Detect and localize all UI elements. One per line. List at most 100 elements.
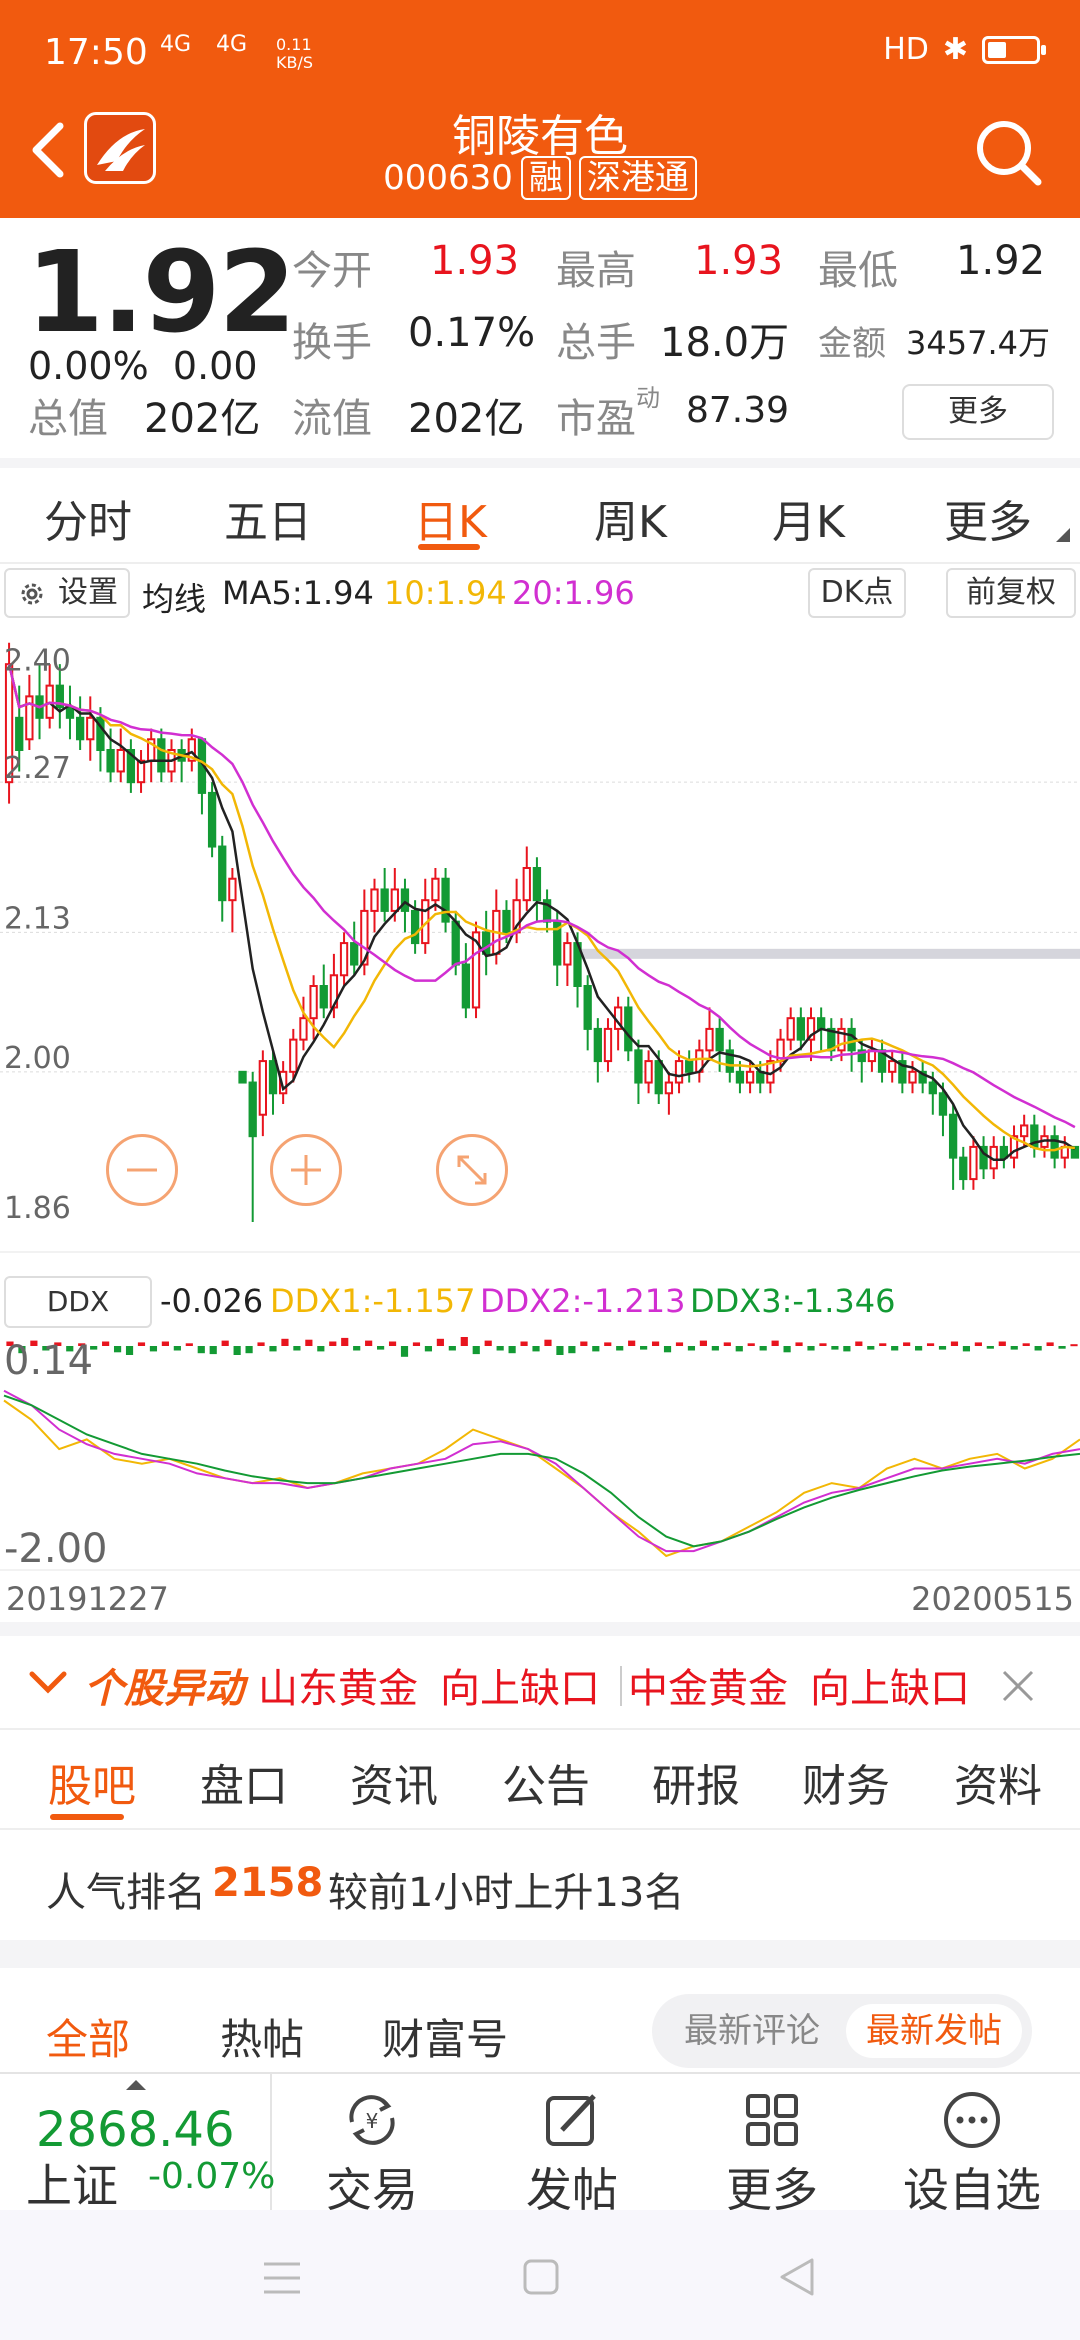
candle [593,1027,602,1063]
add-watchlist-button[interactable]: 设自选 [872,2074,1072,2217]
candle [410,909,420,945]
stock-alert-bar[interactable]: 个股异动 山东黄金 向上缺口 中金黄金 向上缺口 [0,1640,1080,1728]
chart-settings-button[interactable]: 设置 [4,568,130,618]
ddx-bar [903,1342,911,1346]
menu-icon[interactable] [262,2260,302,2296]
y-tick-label: 2.13 [4,901,71,936]
ddx-bar [269,1346,277,1352]
zoom-out-button[interactable] [106,1134,178,1206]
tab-research[interactable]: 研报 [652,1750,740,1814]
tab-daily-k[interactable]: 日K [414,486,487,550]
trade-button[interactable]: ¥ 交易 [272,2074,472,2217]
more-quote-button[interactable]: 更多 [902,384,1054,440]
net-speed-value: 0.11 [276,35,312,54]
candle [959,1156,968,1181]
float-cap-value: 202亿 [408,396,525,442]
ddx-bar [1010,1346,1018,1350]
tab-intraday[interactable]: 分时 [44,486,132,550]
minus-icon [127,1168,157,1172]
candle [908,1070,917,1084]
tab-announcements[interactable]: 公告 [502,1750,590,1814]
ddx-bar [699,1340,707,1346]
ddx-bar [950,1341,959,1346]
turnover-value: 0.17% [408,310,536,356]
dk-point-button[interactable]: DK点 [808,568,906,618]
ddx-bar [520,1341,528,1346]
post-button[interactable]: 发帖 [472,2074,672,2217]
ddx3-value: DDX3:-1.346 [690,1282,896,1320]
ddx-bar [496,1346,504,1351]
search-button[interactable] [972,116,1044,188]
candle [948,1113,958,1159]
forward-adjust-button[interactable]: 前复权 [946,568,1076,618]
candle [339,942,349,977]
close-icon[interactable] [998,1666,1038,1706]
ddx-bar [1058,1346,1066,1349]
ddx-bar [233,1346,241,1355]
ddx-bar [592,1346,600,1352]
ddx-legend: DDX -0.026 DDX1:-1.157 DDX2:-1.213 DDX3:… [0,1274,1080,1330]
candle [522,867,531,902]
alert-item[interactable]: 中金黄金 [628,1656,788,1714]
home-icon[interactable] [522,2258,560,2296]
ddx-bar [412,1342,421,1346]
divider [0,562,1080,564]
price-change: 0.00% 0.00 [28,344,258,388]
candle [451,920,460,966]
tab-all-posts[interactable]: 全部 [46,2006,130,2067]
tab-profile[interactable]: 资料 [954,1750,1042,1814]
zoom-in-button[interactable] [270,1134,342,1206]
candle [999,1145,1009,1159]
ddx2-line [3,1389,1080,1553]
start-date: 20191227 [6,1580,169,1618]
index-ticker[interactable]: 2868.46 上证 -0.07% [0,2074,275,2213]
fullscreen-button[interactable] [436,1134,508,1206]
status-time: 17:50 [44,32,148,73]
edit-icon [546,2094,596,2146]
tab-more-periods[interactable]: 更多 [944,486,1032,550]
market-cap-value: 202亿 [144,396,261,442]
tab-fortune-account[interactable]: 财富号 [382,2006,508,2067]
tab-order-book[interactable]: 盘口 [200,1750,288,1814]
index-name: 上证 [26,2159,118,2213]
y-tick-label: 2.27 [4,751,71,786]
indicator-selector[interactable]: DDX [4,1276,152,1328]
tab-finance[interactable]: 财务 [802,1750,890,1814]
candle [715,1027,724,1052]
popularity-rank[interactable]: 人气排名 2158 较前1小时上升13名 [0,1830,1080,1940]
tab-monthly-k[interactable]: 月K [772,486,845,550]
candle [238,1070,247,1084]
tab-five-day[interactable]: 五日 [224,486,312,550]
sort-latest-comment[interactable]: 最新评论 [668,2004,836,2058]
ddx-bar [329,1341,337,1346]
ddx-chart[interactable]: 0.14 -2.00 [0,1334,1080,1572]
candle [735,1070,745,1084]
ddx-bar [831,1346,839,1350]
alert-item[interactable]: 向上缺口 [810,1656,970,1714]
more-button[interactable]: 更多 [672,2074,872,2217]
ddx-bar [353,1346,361,1351]
amount-label: 金额 [818,324,886,364]
ddx-bar [388,1341,397,1346]
ddx-bar [938,1346,947,1350]
ddx-bar [759,1346,767,1351]
alert-item[interactable]: 向上缺口 [440,1656,600,1714]
amount-value: 3457.4万 [906,324,1050,362]
tab-hot-posts[interactable]: 热帖 [220,2006,304,2067]
ddx-bar [161,1341,169,1346]
sort-latest-post[interactable]: 最新发帖 [846,2004,1022,2058]
ma20-value: 20:1.96 [512,574,635,612]
candle [938,1092,948,1116]
candle [400,888,410,912]
candle [86,716,95,741]
tab-news[interactable]: 资讯 [350,1750,438,1814]
y-tick-label: -2.00 [4,1526,108,1572]
tab-forum[interactable]: 股吧 [48,1750,136,1814]
ddx-bar [102,1341,110,1346]
tab-weekly-k[interactable]: 周K [594,486,667,550]
ddx-bar [460,1337,468,1346]
candle [441,877,450,923]
back-nav-icon[interactable] [776,2256,816,2298]
svg-text:¥: ¥ [366,2109,379,2133]
alert-item[interactable]: 山东黄金 [258,1656,418,1714]
